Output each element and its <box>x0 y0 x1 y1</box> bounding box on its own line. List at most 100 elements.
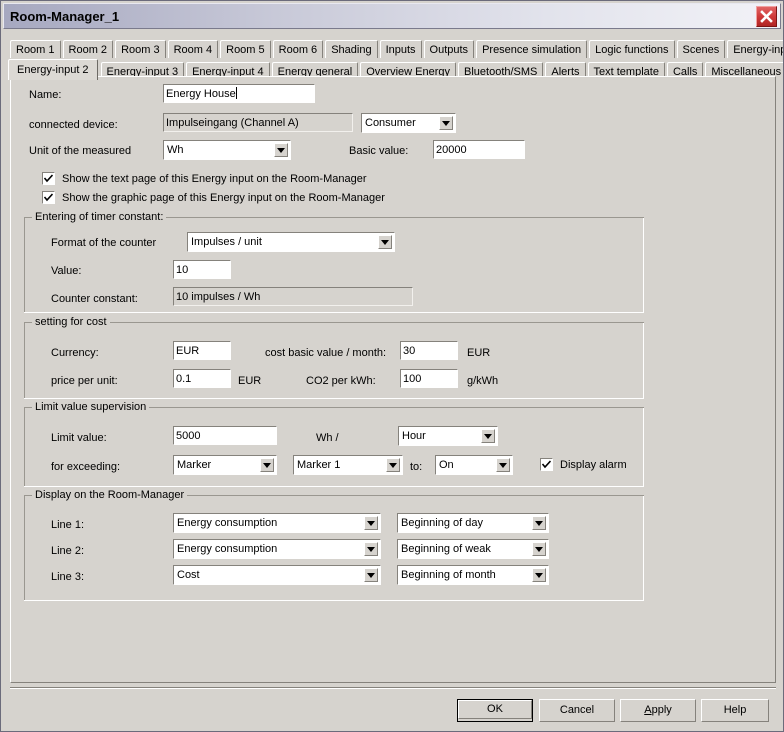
line-1-content-combo[interactable]: Energy consumption <box>173 513 381 533</box>
connected-device-label: connected device: <box>29 119 118 131</box>
show-text-page-checkbox[interactable]: Show the text page of this Energy input … <box>42 172 367 185</box>
chevron-down-icon[interactable] <box>274 143 288 157</box>
chevron-down-icon[interactable] <box>364 542 378 556</box>
value-input[interactable]: 10 <box>173 260 231 279</box>
display-group: Display on the Room-Manager Line 1: Ener… <box>24 489 644 601</box>
counter-constant-field: 10 impulses / Wh <box>173 287 413 306</box>
unit-label: Unit of the measured <box>29 145 132 157</box>
chevron-down-icon[interactable] <box>532 542 546 556</box>
tab-outputs[interactable]: Outputs <box>423 40 475 58</box>
close-icon[interactable] <box>756 6 777 27</box>
exceed-action-combo[interactable]: Marker <box>173 455 277 475</box>
currency-input[interactable]: EUR <box>173 341 231 360</box>
limit-unit-per-label: Wh / <box>316 432 339 444</box>
tab-room-1[interactable]: Room 1 <box>10 40 61 58</box>
unit-combo[interactable]: Wh <box>163 140 291 160</box>
chevron-down-icon[interactable] <box>481 429 495 443</box>
tab-shading[interactable]: Shading <box>325 40 378 58</box>
price-per-unit-unit: EUR <box>238 375 262 387</box>
basic-value-input[interactable]: 20000 <box>433 140 525 159</box>
tab-energy-input-1[interactable]: Energy-input 1 <box>727 40 783 58</box>
line-1-content-value: Energy consumption <box>177 517 278 529</box>
exceed-action-value: Marker <box>177 459 212 471</box>
tab-room-4[interactable]: Room 4 <box>167 40 219 58</box>
chevron-down-icon[interactable] <box>378 235 392 249</box>
ok-button[interactable]: OK <box>457 699 533 722</box>
name-input[interactable]: Energy House <box>163 84 315 103</box>
line-3-period-combo[interactable]: Beginning of month <box>397 565 549 585</box>
chevron-down-glyph <box>389 463 397 468</box>
tab-presence-simulation[interactable]: Presence simulation <box>476 40 588 58</box>
format-of-counter-combo[interactable]: Impulses / unit <box>187 232 395 252</box>
price-per-unit-input[interactable]: 0.1 <box>173 369 231 388</box>
device-type-value: Consumer <box>365 117 416 129</box>
value-label: Value: <box>51 265 82 277</box>
tab-row-1: Room 1 Room 2 Room 3 Room 4 Room 5 Room … <box>10 37 783 58</box>
chevron-down-icon[interactable] <box>532 568 546 582</box>
exceed-target-combo[interactable]: Marker 1 <box>293 455 403 475</box>
tab-logic-functions[interactable]: Logic functions <box>589 40 675 58</box>
chevron-down-glyph <box>442 121 450 126</box>
co2-per-kwh-input[interactable]: 100 <box>400 369 458 388</box>
text-caret <box>235 87 237 99</box>
price-per-unit-label: price per unit: <box>51 375 118 387</box>
chevron-down-glyph <box>367 521 375 526</box>
exceed-state-value: On <box>439 459 454 471</box>
chevron-down-icon[interactable] <box>496 458 510 472</box>
for-exceeding-label: for exceeding: <box>51 461 121 473</box>
format-of-counter-value: Impulses / unit <box>191 236 262 248</box>
device-type-combo[interactable]: Consumer <box>361 113 456 133</box>
limit-period-combo[interactable]: Hour <box>398 426 498 446</box>
name-label: Name: <box>29 89 62 101</box>
cost-legend: setting for cost <box>32 316 110 328</box>
checkbox-box <box>540 458 553 471</box>
line-2-period-combo[interactable]: Beginning of weak <box>397 539 549 559</box>
chevron-down-glyph <box>367 573 375 578</box>
chevron-down-icon[interactable] <box>532 516 546 530</box>
apply-button[interactable]: Apply <box>620 699 696 722</box>
tab-scenes[interactable]: Scenes <box>676 40 726 58</box>
line-3-content-value: Cost <box>177 569 200 581</box>
line-2-label: Line 2: <box>51 545 85 557</box>
chevron-down-icon[interactable] <box>386 458 400 472</box>
tab-room-2[interactable]: Room 2 <box>62 40 114 58</box>
cost-basic-value-input[interactable]: 30 <box>400 341 458 360</box>
apply-button-mnemonic: A <box>644 704 652 716</box>
line-3-content-combo[interactable]: Cost <box>173 565 381 585</box>
checkbox-box <box>42 191 55 204</box>
tab-room-6[interactable]: Room 6 <box>272 40 324 58</box>
connected-device-field: Impulseingang (Channel A) <box>163 113 353 132</box>
name-input-value: Energy House <box>166 88 236 100</box>
button-bar: OK Cancel Apply Help <box>1 691 783 731</box>
exceed-state-combo[interactable]: On <box>435 455 513 475</box>
exceed-target-value: Marker 1 <box>297 459 341 471</box>
check-icon <box>542 460 551 469</box>
check-icon <box>44 174 53 183</box>
chevron-down-icon[interactable] <box>260 458 274 472</box>
tab-inputs[interactable]: Inputs <box>379 40 422 58</box>
cancel-button[interactable]: Cancel <box>539 699 615 722</box>
co2-per-kwh-label: CO2 per kWh: <box>306 375 376 387</box>
counter-constant-label: Counter constant: <box>51 293 138 305</box>
to-label: to: <box>410 461 423 473</box>
title-bar: Room-Manager_1 <box>3 3 781 29</box>
cost-basic-value-unit: EUR <box>467 347 491 359</box>
tab-room-5[interactable]: Room 5 <box>220 40 271 58</box>
line-1-period-combo[interactable]: Beginning of day <box>397 513 549 533</box>
currency-label: Currency: <box>51 347 99 359</box>
chevron-down-icon[interactable] <box>439 116 453 130</box>
chevron-down-glyph <box>484 434 492 439</box>
line-2-content-combo[interactable]: Energy consumption <box>173 539 381 559</box>
chevron-down-icon[interactable] <box>364 516 378 530</box>
tab-room-3[interactable]: Room 3 <box>115 40 166 58</box>
chevron-down-icon[interactable] <box>364 568 378 582</box>
line-3-period-value: Beginning of month <box>401 569 496 581</box>
tab-page-energy-input-2: Name: Energy House connected device: Imp… <box>10 76 776 683</box>
limit-value-input[interactable]: 5000 <box>173 426 277 445</box>
show-graphic-page-checkbox[interactable]: Show the graphic page of this Energy inp… <box>42 191 385 204</box>
unit-value: Wh <box>167 144 184 156</box>
help-button[interactable]: Help <box>701 699 769 722</box>
line-3-label: Line 3: <box>51 571 85 583</box>
display-alarm-checkbox[interactable]: Display alarm <box>540 458 627 471</box>
tab-energy-input-2[interactable]: Energy-input 2 <box>8 59 98 80</box>
